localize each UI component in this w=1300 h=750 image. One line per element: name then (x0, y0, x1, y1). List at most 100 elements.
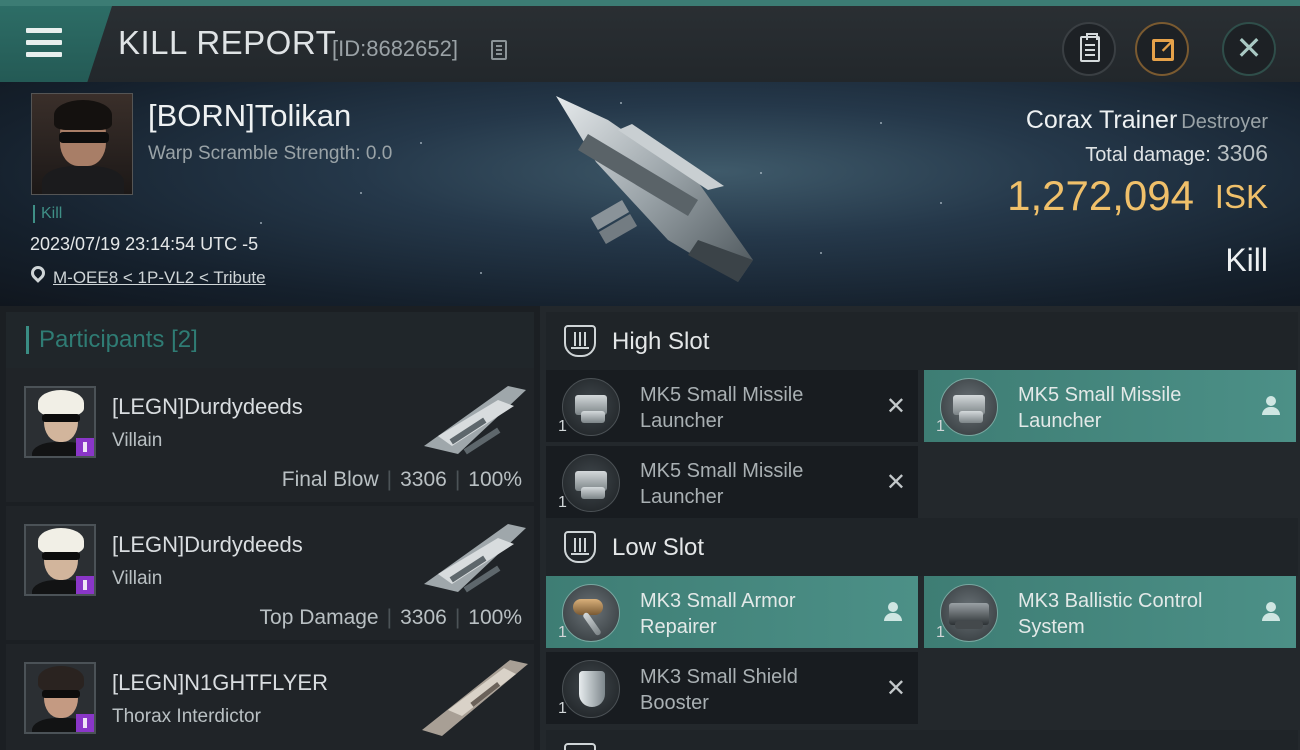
participant-name[interactable]: [LEGN]N1GHTFLYER (112, 670, 328, 696)
slot-icon (564, 325, 596, 357)
module-name: MK3 Small Armor Repairer (640, 590, 796, 638)
armor-repairer-icon (562, 584, 620, 642)
participant-damage: 3306 (400, 468, 447, 491)
corp-badge-icon (76, 576, 94, 594)
fitting-panel: High Slot 1 MK5 Small Missile Launcher ✕… (540, 306, 1300, 750)
participant-ship: Thorax Interdictor (112, 706, 261, 727)
participant-name[interactable]: [LEGN]Durdydeeds (112, 532, 303, 558)
module-name: MK5 Small Missile Launcher (640, 384, 804, 432)
participants-title: Participants [2] (26, 326, 198, 354)
share-icon (1152, 34, 1176, 61)
missile-launcher-icon (562, 378, 620, 436)
module-quantity: 1 (558, 494, 567, 511)
participant-ship: Villain (112, 430, 163, 451)
person-icon (1262, 602, 1280, 622)
missile-launcher-icon (562, 454, 620, 512)
participant-stats: Final Blow | 3306 | 100% (281, 468, 522, 491)
module-quantity: 1 (936, 624, 945, 641)
clipboard-icon (1080, 33, 1100, 62)
victim-ship-image (556, 96, 753, 282)
total-damage-label: Total damage: (1085, 144, 1211, 166)
participants-count: [2] (171, 326, 198, 353)
module-name: MK3 Small Shield Booster (640, 666, 798, 714)
kill-location-link[interactable]: M-OEE8 < 1P-VL2 < Tribute (53, 268, 266, 288)
x-icon: ✕ (885, 393, 906, 420)
menu-icon (26, 28, 62, 58)
participant-ship-image (422, 660, 528, 736)
person-icon (884, 602, 902, 622)
total-damage-value: 3306 (1216, 140, 1268, 166)
high-slot-label: High Slot (612, 328, 710, 355)
x-icon: ✕ (885, 675, 906, 702)
victim-name[interactable]: [BORN]Tolikan (148, 98, 351, 134)
participant-row[interactable]: [LEGN]Durdydeeds Villain Final Blow | 3306… (6, 368, 534, 502)
share-button[interactable] (1135, 22, 1189, 76)
participant-name[interactable]: [LEGN]Durdydeeds (112, 394, 303, 420)
participant-ship-image (424, 386, 526, 455)
participant-ship: Villain (112, 568, 163, 589)
participant-role: Top Damage (259, 606, 379, 629)
module-name: MK5 Small Missile Launcher (1018, 384, 1182, 432)
clipboard-button[interactable] (1062, 22, 1116, 76)
total-damage: Total damage: 3306 (1085, 140, 1268, 167)
warp-scramble-strength: Warp Scramble Strength: 0.0 (148, 143, 393, 164)
isk-value: 1,272,094 (1007, 172, 1194, 219)
module-item[interactable]: 1 MK3 Ballistic Control System (924, 576, 1296, 648)
participant-stats: Top Damage | 3306 | 100% (259, 606, 522, 629)
menu-button[interactable] (0, 6, 112, 82)
high-slot-header: High Slot (546, 312, 1298, 370)
module-item[interactable]: 1 MK3 Small Armor Repairer (546, 576, 918, 648)
avatar[interactable] (24, 524, 96, 596)
participant-percent: 100% (468, 468, 522, 491)
x-icon: ✕ (885, 469, 906, 496)
low-slot-header: Low Slot (546, 518, 1298, 576)
top-bar: KILL REPORT [ID:8682652] ✕ (0, 0, 1300, 82)
victim-ship-name[interactable]: Corax Trainer (1026, 106, 1177, 134)
avatar[interactable] (24, 662, 96, 734)
page-title: KILL REPORT (118, 24, 337, 61)
result-label: Kill (1225, 242, 1268, 278)
participants-header: Participants [2] (6, 312, 534, 368)
report-id: [ID:8682652] (332, 36, 458, 61)
next-slot-header (546, 730, 1298, 750)
module-item[interactable]: 1 MK5 Small Missile Launcher ✕ (546, 446, 918, 518)
module-item[interactable]: 1 MK5 Small Missile Launcher ✕ (546, 370, 918, 442)
avatar[interactable] (24, 386, 96, 458)
module-item[interactable]: 1 MK5 Small Missile Launcher (924, 370, 1296, 442)
victim-summary: [BORN]Tolikan Warp Scramble Strength: 0.… (0, 82, 1300, 306)
module-quantity: 1 (558, 624, 567, 641)
corp-badge-icon (76, 714, 94, 732)
participant-role: Final Blow (281, 468, 379, 491)
close-button[interactable]: ✕ (1222, 22, 1276, 76)
module-quantity: 1 (558, 700, 567, 717)
participant-row[interactable]: [LEGN]Durdydeeds Villain Top Damage | 3306… (6, 506, 534, 640)
victim-portrait[interactable] (31, 93, 133, 195)
participant-damage: 3306 (400, 606, 447, 629)
module-name: MK3 Ballistic Control System (1018, 590, 1203, 638)
victim-ship: Corax Trainer Destroyer (1026, 106, 1268, 135)
victim-ship-class: Destroyer (1181, 111, 1268, 133)
participants-panel: Participants [2] [LEGN]Durdydeeds Villai… (0, 306, 540, 750)
isk-unit: ISK (1214, 178, 1268, 215)
slot-icon (564, 531, 596, 563)
kill-tag: Kill (33, 205, 62, 223)
location-pin-icon (28, 263, 48, 283)
module-item[interactable]: 1 MK3 Small Shield Booster ✕ (546, 652, 918, 724)
module-quantity: 1 (936, 418, 945, 435)
ballistic-control-icon (940, 584, 998, 642)
person-icon (1262, 396, 1280, 416)
participants-label: Participants (39, 326, 165, 353)
slot-icon (564, 743, 596, 750)
copy-icon[interactable] (491, 40, 507, 60)
kill-timestamp: 2023/07/19 23:14:54 UTC -5 (30, 234, 259, 254)
low-slot-label: Low Slot (612, 534, 705, 561)
missile-launcher-icon (940, 378, 998, 436)
corp-badge-icon (76, 438, 94, 456)
module-quantity: 1 (558, 418, 567, 435)
shield-booster-icon (562, 660, 620, 718)
module-name: MK5 Small Missile Launcher (640, 460, 804, 508)
participant-percent: 100% (468, 606, 522, 629)
close-icon: ✕ (1235, 30, 1263, 66)
participant-row[interactable]: [LEGN]N1GHTFLYER Thorax Interdictor (6, 644, 534, 750)
participant-ship-image (424, 524, 526, 593)
